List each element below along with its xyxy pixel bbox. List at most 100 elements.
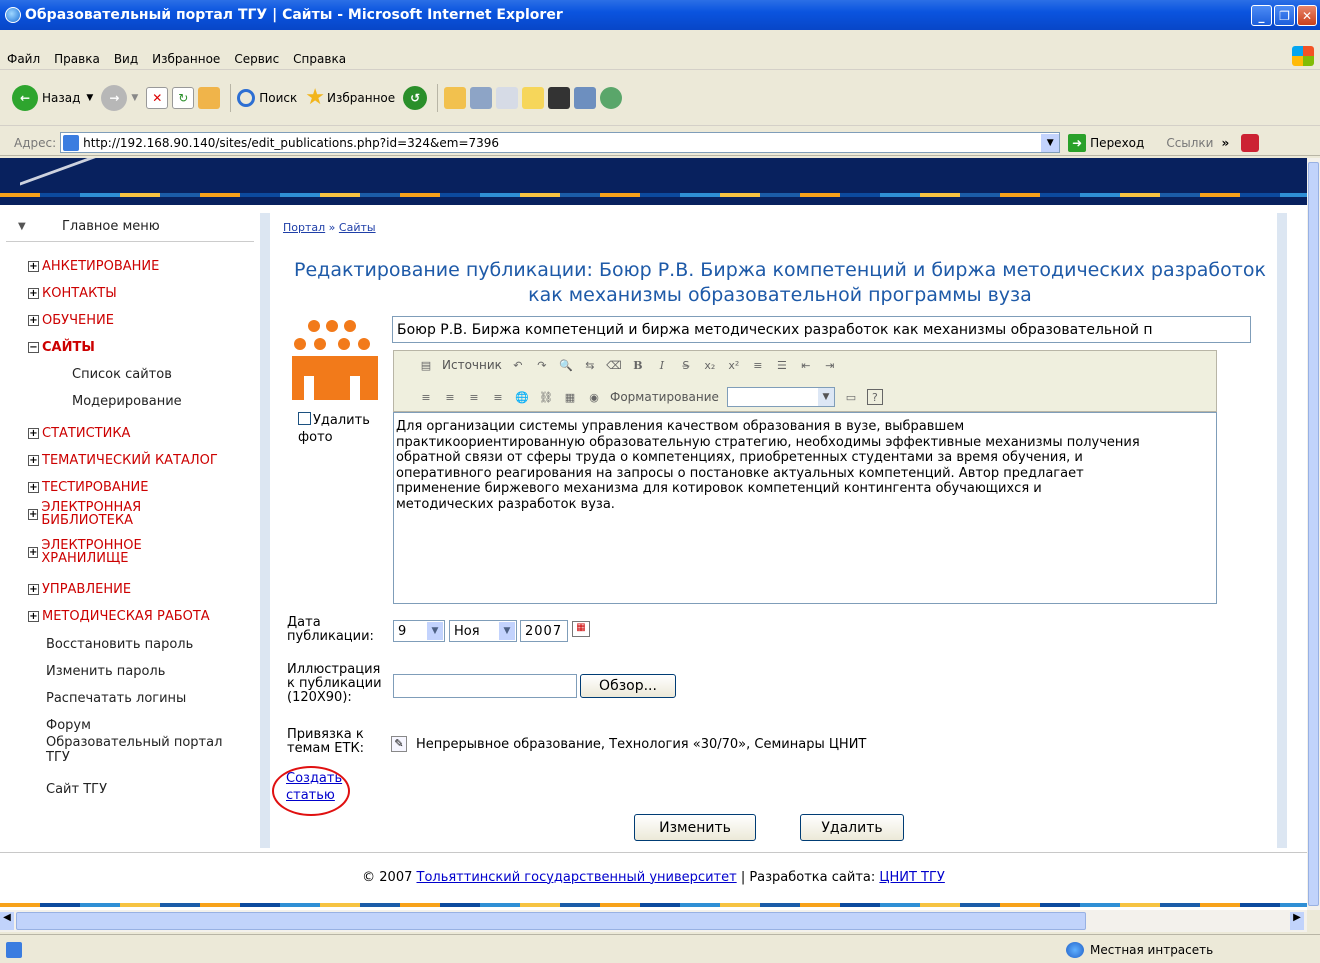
replace-icon[interactable]: ⇆ (582, 357, 598, 373)
links-label[interactable]: Ссылки (1166, 136, 1213, 150)
horizontal-scroll-thumb[interactable] (16, 912, 1086, 930)
chevron-right-icon[interactable]: » (1221, 136, 1229, 150)
change-button[interactable]: Изменить (634, 814, 756, 841)
format-select[interactable]: ▼ (726, 387, 835, 407)
align-left-icon[interactable]: ≡ (418, 389, 434, 405)
pdf-icon[interactable] (1241, 133, 1260, 152)
edit-icon[interactable]: ✎ (391, 736, 407, 752)
search-button[interactable]: Поиск (237, 88, 297, 107)
delete-photo-checkbox[interactable] (298, 412, 311, 425)
table-icon[interactable]: ▦ (562, 389, 578, 405)
superscript-icon[interactable]: x² (726, 357, 742, 373)
portal-link[interactable]: Образовательный портал ТГУ (46, 735, 246, 765)
maximize-button[interactable]: ❐ (1274, 5, 1295, 26)
eraser-icon[interactable]: ⌫ (606, 357, 622, 373)
restore-password-link[interactable]: Восстановить пароль (46, 637, 193, 652)
indent-icon[interactable]: ⇥ (822, 357, 838, 373)
editor-content[interactable]: Для организации системы управления качес… (393, 412, 1217, 604)
redo-icon[interactable]: ↷ (534, 357, 550, 373)
change-password-link[interactable]: Изменить пароль (46, 664, 165, 679)
bold-icon[interactable]: B (630, 357, 646, 373)
source-icon[interactable]: ▤ (418, 357, 434, 373)
go-button[interactable]: ➜ Переход (1068, 133, 1144, 152)
scroll-right-icon[interactable]: ▶ (1290, 912, 1304, 930)
image-icon[interactable]: ◉ (586, 389, 602, 405)
sidebar-item-catalog[interactable]: + ТЕМАТИЧЕСКИЙ КАТАЛОГ (28, 453, 218, 468)
delete-button[interactable]: Удалить (800, 814, 904, 841)
edit-icon[interactable] (496, 86, 519, 109)
sidebar-item-sites[interactable]: − САЙТЫ (28, 340, 95, 355)
sidebar-splitter[interactable] (260, 213, 270, 848)
italic-icon[interactable]: I (654, 357, 670, 373)
sidebar-item-methodical[interactable]: + МЕТОДИЧЕСКАЯ РАБОТА (28, 609, 210, 624)
align-right-icon[interactable]: ≡ (466, 389, 482, 405)
refresh-icon[interactable]: ↻ (172, 86, 195, 109)
menu-view[interactable]: Вид (107, 52, 145, 66)
browse-button[interactable]: Обзор... (580, 674, 676, 698)
strike-icon[interactable]: S̶ (678, 357, 694, 373)
menu-edit[interactable]: Правка (47, 52, 107, 66)
title-input[interactable]: Боюр Р.В. Биржа компетенций и биржа мето… (392, 316, 1251, 343)
sidebar-subitem-moderation[interactable]: Модерирование (72, 394, 182, 409)
year-input[interactable]: 2007 (520, 620, 568, 642)
horizontal-scrollbar[interactable]: ◀ ▶ (0, 910, 1307, 932)
mail-icon[interactable] (444, 86, 467, 109)
sidebar-item-statistics[interactable]: + СТАТИСТИКА (28, 426, 130, 441)
menu-favorites[interactable]: Избранное (145, 52, 227, 66)
day-select[interactable]: 9 ▼ (393, 620, 445, 642)
history-icon[interactable]: ↺ (403, 85, 428, 110)
menu-file[interactable]: Файл (0, 52, 47, 66)
bulleted-list-icon[interactable]: ☰ (774, 357, 790, 373)
close-button[interactable]: ✕ (1297, 5, 1317, 26)
vertical-scroll-thumb[interactable] (1308, 162, 1319, 906)
window-title-bar[interactable]: Образовательный портал ТГУ | Сайты - Mic… (0, 0, 1320, 30)
link-icon[interactable]: 🌐 (514, 389, 530, 405)
sidebar-item-surveys[interactable]: + АНКЕТИРОВАНИЕ (28, 259, 159, 274)
address-dropdown-icon[interactable]: ▼ (1041, 133, 1060, 152)
users-icon[interactable] (600, 86, 623, 109)
vertical-scrollbar[interactable] (1307, 158, 1320, 910)
sidebar-item-contacts[interactable]: + КОНТАКТЫ (28, 286, 117, 301)
breadcrumb-sites[interactable]: Сайты (339, 221, 376, 234)
stop-icon[interactable]: ✕ (146, 86, 169, 109)
maximize-editor-icon[interactable]: ▭ (843, 389, 859, 405)
print-logins-link[interactable]: Распечатать логины (46, 691, 186, 706)
university-link[interactable]: Тольяттинский государственный университе… (417, 870, 737, 885)
address-input[interactable]: http://192.168.90.140/sites/edit_publica… (60, 132, 1061, 153)
sidebar-item-education[interactable]: + ОБУЧЕНИЕ (28, 313, 114, 328)
messenger-icon[interactable] (574, 86, 597, 109)
print-icon[interactable] (470, 86, 493, 109)
sidebar-item-library[interactable]: + ЭЛЕКТРОННАЯ БИБЛИОТЕКА (28, 501, 158, 527)
month-select[interactable]: Ноя ▼ (449, 620, 517, 642)
minimize-button[interactable]: _ (1251, 5, 1272, 26)
research-icon[interactable] (548, 86, 571, 109)
delete-photo[interactable]: Удалить фото (298, 412, 378, 446)
forum-link[interactable]: Форум (46, 718, 91, 733)
scroll-left-icon[interactable]: ◀ (0, 912, 14, 930)
align-center-icon[interactable]: ≡ (442, 389, 458, 405)
align-justify-icon[interactable]: ≡ (490, 389, 506, 405)
collapse-icon[interactable]: ▼ (18, 221, 26, 232)
sidebar-subitem-site-list[interactable]: Список сайтов (72, 367, 172, 382)
breadcrumb-portal[interactable]: Портал (283, 221, 325, 234)
back-button[interactable]: ← Назад ▼ (12, 84, 93, 111)
sidebar-item-management[interactable]: + УПРАВЛЕНИЕ (28, 582, 131, 597)
calendar-icon[interactable]: ▦ (572, 621, 590, 637)
right-splitter[interactable] (1277, 213, 1287, 848)
sidebar-item-testing[interactable]: + ТЕСТИРОВАНИЕ (28, 480, 149, 495)
subscript-icon[interactable]: x₂ (702, 357, 718, 373)
source-button[interactable]: Источник (442, 358, 502, 372)
dev-link[interactable]: ЦНИТ ТГУ (879, 870, 944, 885)
menu-help[interactable]: Справка (286, 52, 353, 66)
find-icon[interactable]: 🔍 (558, 357, 574, 373)
home-icon[interactable] (198, 86, 221, 109)
undo-icon[interactable]: ↶ (510, 357, 526, 373)
unlink-icon[interactable]: ⛓ (538, 389, 554, 405)
menu-tools[interactable]: Сервис (227, 52, 286, 66)
favorites-button[interactable]: ★ Избранное (305, 85, 395, 110)
illustration-file-input[interactable] (393, 674, 577, 698)
help-icon[interactable]: ? (866, 389, 883, 405)
sidebar-item-storage[interactable]: + ЭЛЕКТРОННОЕ ХРАНИЛИЩЕ (28, 539, 158, 565)
discuss-icon[interactable] (522, 86, 545, 109)
forward-button[interactable]: → ▼ (101, 84, 138, 111)
